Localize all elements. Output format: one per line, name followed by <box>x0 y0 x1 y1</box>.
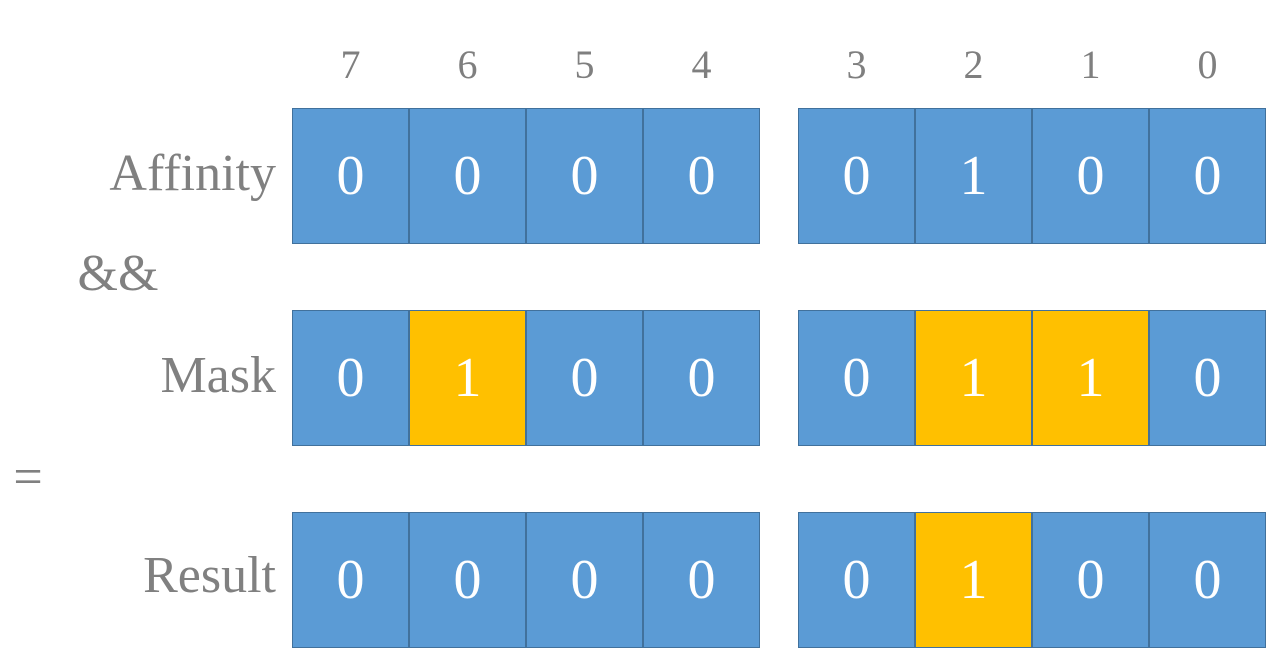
bit-index-7: 7 <box>340 42 361 87</box>
bit-cell-result-5: 0 <box>526 512 643 648</box>
bit-group-affinity-low: 0 1 0 0 <box>798 108 1266 244</box>
bit-group-result-low: 0 1 0 0 <box>798 512 1266 648</box>
bit-cell-result-3: 0 <box>798 512 915 648</box>
bit-cell-mask-6: 1 <box>409 310 526 446</box>
bit-index-5: 5 <box>574 42 595 87</box>
row-label-result: Result <box>143 547 276 604</box>
bit-index-1: 1 <box>1080 42 1101 87</box>
bit-group-affinity-high: 0 0 0 0 <box>292 108 760 244</box>
bit-row-result: 0 0 0 0 0 1 0 0 <box>292 512 1266 648</box>
bit-row-affinity: 0 0 0 0 0 1 0 0 <box>292 108 1266 244</box>
bit-cell-affinity-0: 0 <box>1149 108 1266 244</box>
bit-index-0: 0 <box>1197 42 1218 87</box>
bit-cell-affinity-6: 0 <box>409 108 526 244</box>
bit-cell-mask-4: 0 <box>643 310 760 446</box>
bit-cell-affinity-7: 0 <box>292 108 409 244</box>
bitwise-and-diagram: 7 6 5 4 3 2 1 0 Affinity 0 0 0 0 0 1 0 0… <box>0 0 1266 660</box>
bit-cell-mask-2: 1 <box>915 310 1032 446</box>
bit-group-gap-result <box>760 512 798 648</box>
bit-cell-result-2: 1 <box>915 512 1032 648</box>
bit-cell-affinity-3: 0 <box>798 108 915 244</box>
bit-index-4: 4 <box>691 42 712 87</box>
bit-cell-affinity-4: 0 <box>643 108 760 244</box>
bit-group-gap-mask <box>760 310 798 446</box>
bit-cell-result-7: 0 <box>292 512 409 648</box>
bit-cell-mask-7: 0 <box>292 310 409 446</box>
bit-cell-affinity-1: 0 <box>1032 108 1149 244</box>
bit-index-3: 3 <box>846 42 867 87</box>
operator-equals: = <box>13 449 43 506</box>
bit-index-2: 2 <box>963 42 984 87</box>
bit-group-mask-high: 0 1 0 0 <box>292 310 760 446</box>
bit-cell-mask-0: 0 <box>1149 310 1266 446</box>
bit-group-gap-affinity <box>760 108 798 244</box>
row-label-affinity: Affinity <box>109 145 276 202</box>
bit-cell-result-4: 0 <box>643 512 760 648</box>
bit-index-header-row: 7 6 5 4 3 2 1 0 <box>292 36 1254 94</box>
operator-and: && <box>77 245 159 302</box>
bit-cell-result-0: 0 <box>1149 512 1266 648</box>
bit-cell-mask-1: 1 <box>1032 310 1149 446</box>
bit-row-mask: 0 1 0 0 0 1 1 0 <box>292 310 1266 446</box>
bit-index-header-group-high: 7 6 5 4 <box>292 36 760 94</box>
bit-cell-result-1: 0 <box>1032 512 1149 648</box>
bit-group-result-high: 0 0 0 0 <box>292 512 760 648</box>
bit-cell-mask-5: 0 <box>526 310 643 446</box>
bit-cell-affinity-5: 0 <box>526 108 643 244</box>
bit-cell-affinity-2: 1 <box>915 108 1032 244</box>
bit-index-6: 6 <box>457 42 478 87</box>
bit-cell-result-6: 0 <box>409 512 526 648</box>
bit-cell-mask-3: 0 <box>798 310 915 446</box>
row-label-mask: Mask <box>160 347 276 404</box>
bit-group-mask-low: 0 1 1 0 <box>798 310 1266 446</box>
bit-index-header-group-low: 3 2 1 0 <box>798 36 1266 94</box>
